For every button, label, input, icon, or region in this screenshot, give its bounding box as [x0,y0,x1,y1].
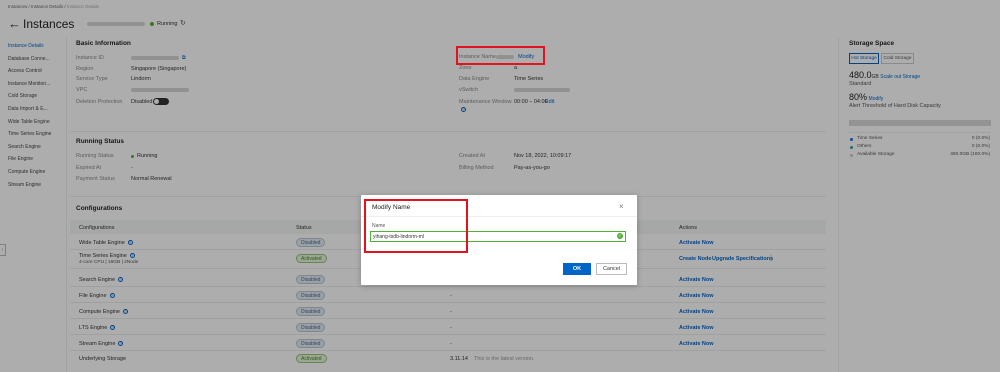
ok-button[interactable]: OK [563,263,591,275]
cancel-button[interactable]: Cancel [596,263,627,275]
highlight-dialog [364,199,468,253]
highlight-instance-name [456,46,545,65]
close-icon[interactable]: × [619,202,624,211]
valid-check-icon: ✓ [617,233,623,239]
